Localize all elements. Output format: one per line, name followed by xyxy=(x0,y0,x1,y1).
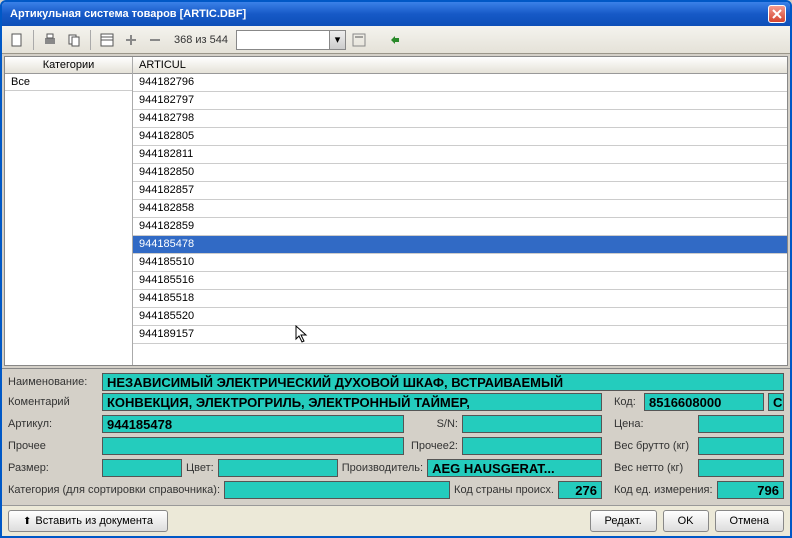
refresh-button[interactable] xyxy=(384,29,406,51)
titlebar: Артикульная система товаров [ARTIC.DBF] xyxy=(2,2,790,26)
table-row[interactable]: 944185518 xyxy=(133,290,787,308)
grid-body[interactable]: 9441827969441827979441827989441828059441… xyxy=(133,74,787,365)
chevron-down-icon: ▾ xyxy=(329,31,345,49)
articul-field[interactable]: 944185478 xyxy=(102,415,404,433)
table-row[interactable]: 944182850 xyxy=(133,164,787,182)
categories-header[interactable]: Категории xyxy=(5,57,132,74)
table-row[interactable]: 944185478 xyxy=(133,236,787,254)
table-row[interactable]: 944185516 xyxy=(133,272,787,290)
name-field[interactable]: НЕЗАВИСИМЫЙ ЭЛЕКТРИЧЕСКИЙ ДУХОВОЙ ШКАФ, … xyxy=(102,373,784,391)
printer-icon xyxy=(43,33,57,47)
table-row[interactable]: 944182857 xyxy=(133,182,787,200)
arrow-icon xyxy=(388,33,402,47)
footer: Вставить из документа Редакт. OK Отмена xyxy=(2,505,790,536)
table-row[interactable]: 944185520 xyxy=(133,308,787,326)
insert-button[interactable]: Вставить из документа xyxy=(8,510,168,532)
catsort-field[interactable] xyxy=(224,481,450,499)
wgross-field[interactable] xyxy=(698,437,784,455)
other-field[interactable] xyxy=(102,437,404,455)
grid-header[interactable]: ARTICUL xyxy=(133,57,787,74)
content-area: Категории Все ARTICUL 944182796944182797… xyxy=(4,56,788,366)
remove-button[interactable] xyxy=(144,29,166,51)
other2-field[interactable] xyxy=(462,437,602,455)
unit-field[interactable]: 796 xyxy=(717,481,784,499)
sn-label: S/N: xyxy=(408,418,458,430)
color-label: Цвет: xyxy=(186,462,214,474)
code-field[interactable]: 8516608000 xyxy=(644,393,764,411)
category-item[interactable]: Все xyxy=(5,74,132,91)
sn-field[interactable] xyxy=(462,415,602,433)
copy-button[interactable] xyxy=(63,29,85,51)
table-row[interactable]: 944182797 xyxy=(133,92,787,110)
table-row[interactable]: 944189157 xyxy=(133,326,787,344)
wnet-field[interactable] xyxy=(698,459,784,477)
table-row[interactable]: 944182796 xyxy=(133,74,787,92)
cancel-button[interactable]: Отмена xyxy=(715,510,784,532)
table-row[interactable]: 944185510 xyxy=(133,254,787,272)
code-label: Код: xyxy=(614,396,640,408)
window: Артикульная система товаров [ARTIC.DBF] … xyxy=(0,0,792,538)
window-title: Артикульная система товаров [ARTIC.DBF] xyxy=(6,8,768,20)
filter-button[interactable] xyxy=(348,29,370,51)
wnet-label: Вес нетто (кг) xyxy=(614,462,694,474)
unit-label: Код ед. измерения: xyxy=(614,484,713,496)
print-button[interactable] xyxy=(39,29,61,51)
other2-label: Прочее2: xyxy=(408,440,458,452)
form-icon xyxy=(100,33,114,47)
copy-icon xyxy=(67,33,81,47)
comment-field[interactable]: КОНВЕКЦИЯ, ЭЛЕКТРОГРИЛЬ, ЭЛЕКТРОННЫЙ ТАЙ… xyxy=(102,393,602,411)
articul-label: Артикул: xyxy=(8,418,98,430)
toolbar: 368 из 544 ▾ xyxy=(2,26,790,54)
table-row[interactable]: 944182858 xyxy=(133,200,787,218)
price-label: Цена: xyxy=(614,418,694,430)
new-doc-icon xyxy=(10,33,24,47)
new-doc-button[interactable] xyxy=(6,29,28,51)
table-row[interactable]: 944182798 xyxy=(133,110,787,128)
name-label: Наименование: xyxy=(8,376,98,388)
categories-list: Все xyxy=(5,74,132,365)
ok-button[interactable]: OK xyxy=(663,510,709,532)
table-row[interactable]: 944182811 xyxy=(133,146,787,164)
manuf-field[interactable]: AEG HAUSGERAT... xyxy=(427,459,602,477)
size-label: Размер: xyxy=(8,462,98,474)
close-button[interactable] xyxy=(768,5,786,23)
categories-column: Категории Все xyxy=(5,57,133,365)
page-info: 368 из 544 xyxy=(168,34,234,46)
comment-label: Коментарий xyxy=(8,396,98,408)
filter-dropdown[interactable]: ▾ xyxy=(236,30,346,50)
country-field[interactable]: 276 xyxy=(558,481,602,499)
manuf-label: Производитель: xyxy=(342,462,423,474)
edit-button[interactable]: Редакт. xyxy=(590,510,657,532)
wgross-label: Вес брутто (кг) xyxy=(614,440,694,452)
plus-icon xyxy=(125,34,137,46)
close-icon xyxy=(772,9,782,19)
code-suffix[interactable]: С xyxy=(768,393,784,411)
size-field[interactable] xyxy=(102,459,182,477)
minus-icon xyxy=(149,34,161,46)
price-field[interactable] xyxy=(698,415,784,433)
db-button[interactable] xyxy=(96,29,118,51)
add-button[interactable] xyxy=(120,29,142,51)
details-panel: Наименование: НЕЗАВИСИМЫЙ ЭЛЕКТРИЧЕСКИЙ … xyxy=(2,368,790,505)
table-row[interactable]: 944182805 xyxy=(133,128,787,146)
other-label: Прочее xyxy=(8,440,98,452)
grid-column: ARTICUL 94418279694418279794418279894418… xyxy=(133,57,787,365)
filter-icon xyxy=(352,33,366,47)
table-row[interactable]: 944182859 xyxy=(133,218,787,236)
catsort-label: Категория (для сортировки справочника): xyxy=(8,484,220,496)
color-field[interactable] xyxy=(218,459,338,477)
country-label: Код страны происх. xyxy=(454,484,554,496)
